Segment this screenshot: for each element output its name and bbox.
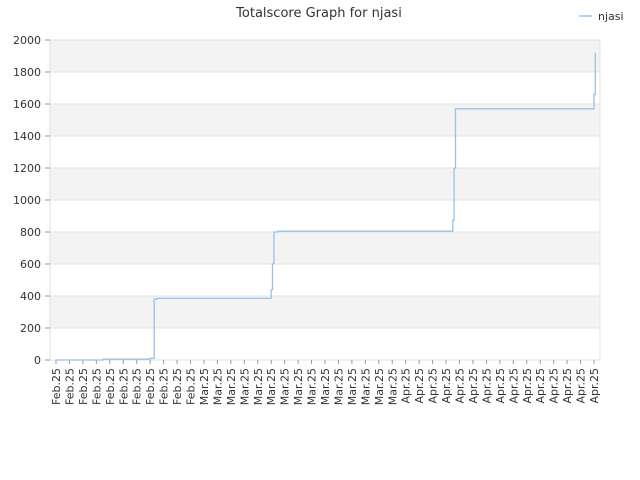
x-tick-label: Apr.25 [467,368,480,404]
x-tick-label: Mar.25 [238,368,251,405]
grid-band [50,232,600,264]
y-tick-label: 200 [20,322,41,335]
x-tick-label: Apr.25 [561,368,574,404]
x-tick-label: Mar.25 [386,368,399,405]
x-tick-label: Apr.25 [534,368,547,404]
y-tick-label: 2000 [13,34,41,47]
x-tick-label: Apr.25 [575,368,588,404]
x-tick-label: Mar.25 [292,368,305,405]
x-tick-label: Feb.25 [50,368,63,405]
grid-band [50,72,600,104]
x-tick-label: Mar.25 [319,368,332,405]
grid-band [50,296,600,328]
x-tick-label: Apr.25 [548,368,561,404]
x-axis: Feb.25 Feb.25 Feb.25 Feb.25 Feb.25 Feb.25 Feb.… [50,360,601,405]
x-tick-label: Apr.25 [588,368,601,404]
x-tick-label: Apr.25 [440,368,453,404]
chart: Totalscore Graph for njasi njasi 0 200 400… [13,6,624,405]
grid-band [50,168,600,200]
y-tick-label: 0 [34,354,41,367]
x-tick-label: Mar.25 [373,368,386,405]
y-tick-label: 1200 [13,162,41,175]
x-tick-label: Feb.25 [185,368,198,405]
y-axis: 0 200 400 600 800 1000 1200 1400 1600 1800 2000 [13,34,50,367]
x-tick-label: Apr.25 [427,368,440,404]
grid-band [50,136,600,168]
chart-title: Totalscore Graph for njasi [235,6,402,21]
grid-band [50,200,600,232]
y-tick-label: 1000 [13,194,41,207]
x-tick-label: Apr.25 [400,368,413,404]
x-tick-label: Feb.25 [77,368,90,405]
x-tick-label: Mar.25 [198,368,211,405]
x-tick-label: Feb.25 [131,368,144,405]
x-tick-label: Feb.25 [117,368,130,405]
y-tick-label: 1800 [13,66,41,79]
x-tick-label: Mar.25 [306,368,319,405]
x-tick-label: Feb.25 [90,368,103,405]
legend: njasi [579,10,624,23]
x-tick-label: Mar.25 [332,368,345,405]
x-tick-label: Apr.25 [454,368,467,404]
grid-band [50,328,600,360]
x-tick-label: Feb.25 [158,368,171,405]
x-tick-label: Feb.25 [63,368,76,405]
x-tick-label: Feb.25 [144,368,157,405]
x-tick-label: Feb.25 [104,368,117,405]
x-tick-label: Mar.25 [279,368,292,405]
x-tick-label: Mar.25 [225,368,238,405]
x-tick-label: Apr.25 [413,368,426,404]
y-tick-label: 800 [20,226,41,239]
x-tick-label: Apr.25 [521,368,534,404]
grid-band [50,264,600,296]
x-tick-label: Mar.25 [359,368,372,405]
x-tick-label: Mar.25 [252,368,265,405]
x-tick-label: Mar.25 [211,368,224,405]
x-tick-label: Apr.25 [480,368,493,404]
x-tick-label: Feb.25 [171,368,184,405]
y-tick-label: 1600 [13,98,41,111]
x-tick-label: Apr.25 [494,368,507,404]
x-tick-label: Mar.25 [265,368,278,405]
y-tick-label: 1400 [13,130,41,143]
x-tick-label: Mar.25 [346,368,359,405]
x-tick-label: Apr.25 [507,368,520,404]
y-tick-label: 400 [20,290,41,303]
legend-label-njasi: njasi [598,10,624,23]
y-tick-label: 600 [20,258,41,271]
grid-band [50,40,600,72]
